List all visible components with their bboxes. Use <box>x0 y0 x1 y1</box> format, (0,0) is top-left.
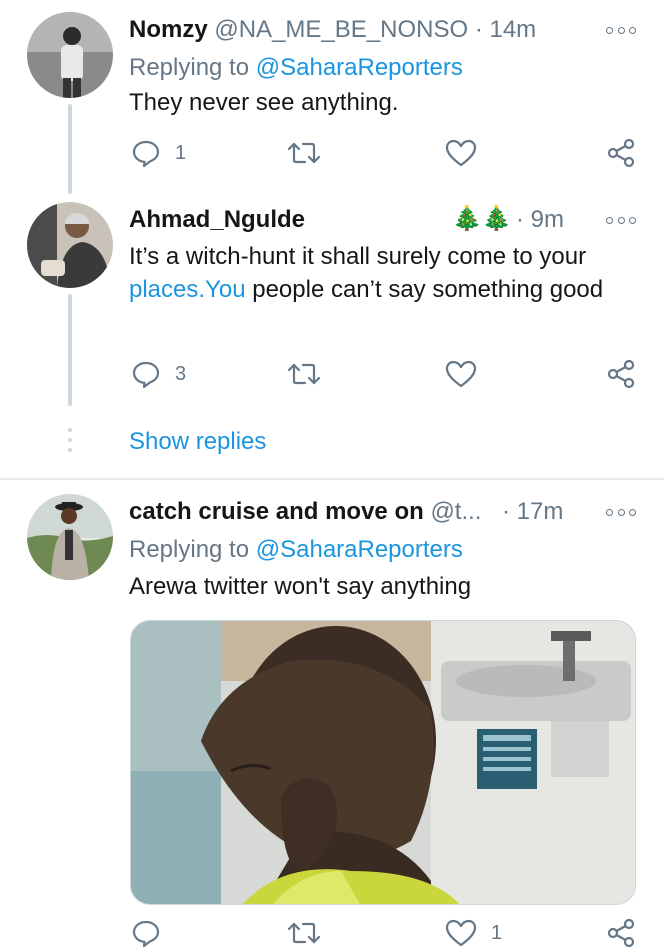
more-icon[interactable] <box>606 213 636 227</box>
tweet-time: · 17m <box>502 498 563 526</box>
share-button[interactable] <box>607 358 637 390</box>
tweet-text: Arewa twitter won't say anything <box>129 573 472 600</box>
tweet-text-part1: It’s a witch-hunt it shall surely come t… <box>129 243 587 270</box>
reply-button[interactable]: 3 <box>131 358 186 390</box>
display-name[interactable]: Ahmad_Ngulde <box>129 206 305 233</box>
tweet-actions: 1 <box>129 917 639 949</box>
like-icon <box>445 919 477 947</box>
display-name[interactable]: catch cruise and move on <box>129 498 424 525</box>
tweet-actions: 3 <box>129 358 639 390</box>
avatar[interactable] <box>27 202 113 288</box>
share-button[interactable] <box>607 137 637 169</box>
like-button[interactable] <box>445 137 477 169</box>
tweet-actions: 1 <box>129 137 639 169</box>
thread-line <box>68 294 72 406</box>
replying-prefix: Replying to <box>129 54 250 81</box>
tweet-header: Ahmad_Ngulde <box>129 206 305 234</box>
share-button[interactable] <box>607 917 637 949</box>
show-replies-link[interactable]: Show replies <box>129 428 266 456</box>
reply-count: 3 <box>175 362 187 385</box>
retweet-icon <box>287 922 321 944</box>
tweet-text-link[interactable]: places.You <box>129 276 246 303</box>
tweet-time: · 9m <box>516 206 564 234</box>
mention-link[interactable]: @SaharaReporters <box>256 54 463 81</box>
more-icon[interactable] <box>606 505 636 519</box>
retweet-icon <box>287 363 321 385</box>
separator-dot: · <box>474 16 483 43</box>
like-button[interactable] <box>445 358 477 390</box>
reply-button[interactable] <box>131 917 161 949</box>
like-button[interactable]: 1 <box>445 917 502 949</box>
tweet-photo[interactable] <box>130 620 636 905</box>
retweet-button[interactable] <box>287 358 321 390</box>
retweet-button[interactable] <box>287 917 321 949</box>
thread-dots <box>68 428 72 458</box>
tweet-text-part2: people can’t say something good <box>252 276 604 303</box>
timestamp[interactable]: 9m <box>531 206 564 233</box>
reply-icon <box>132 361 160 389</box>
avatar[interactable] <box>27 12 113 98</box>
reply-count: 1 <box>175 141 187 164</box>
handle[interactable]: @t... <box>430 498 481 525</box>
name-emoji: 🎄🎄 <box>452 205 512 232</box>
reply-icon <box>132 140 160 168</box>
more-icon[interactable] <box>606 23 636 37</box>
handle[interactable]: @NA_ME_BE_NONSO <box>214 16 468 43</box>
photo-man-scratching-neck <box>131 621 635 904</box>
display-name[interactable]: Nomzy <box>129 16 208 43</box>
reply-icon <box>132 920 160 948</box>
tweet-text: It’s a witch-hunt it shall surely come t… <box>129 240 629 306</box>
replying-to: Replying to @SaharaReporters <box>129 536 463 564</box>
retweet-icon <box>287 142 321 164</box>
retweet-button[interactable] <box>287 137 321 169</box>
replying-prefix: Replying to <box>129 536 250 563</box>
reply-button[interactable]: 1 <box>131 137 186 169</box>
divider <box>0 478 664 480</box>
replying-to: Replying to @SaharaReporters <box>129 54 463 82</box>
separator-dot: · <box>502 498 510 525</box>
like-count: 1 <box>491 921 503 944</box>
thread-line <box>68 104 72 194</box>
mention-link[interactable]: @SaharaReporters <box>256 536 463 563</box>
like-icon <box>445 139 477 167</box>
avatar[interactable] <box>27 494 113 580</box>
timestamp[interactable]: 17m <box>517 498 564 525</box>
like-icon <box>445 360 477 388</box>
share-icon <box>607 138 635 168</box>
share-icon <box>607 918 635 948</box>
tweet-header: Nomzy @NA_ME_BE_NONSO · 14m <box>129 16 536 44</box>
share-icon <box>607 359 635 389</box>
separator-dot: · <box>516 206 524 233</box>
tweet-header: catch cruise and move on @t... <box>129 498 481 526</box>
tweet-text: They never see anything. <box>129 89 399 116</box>
timestamp[interactable]: 14m <box>489 16 536 43</box>
